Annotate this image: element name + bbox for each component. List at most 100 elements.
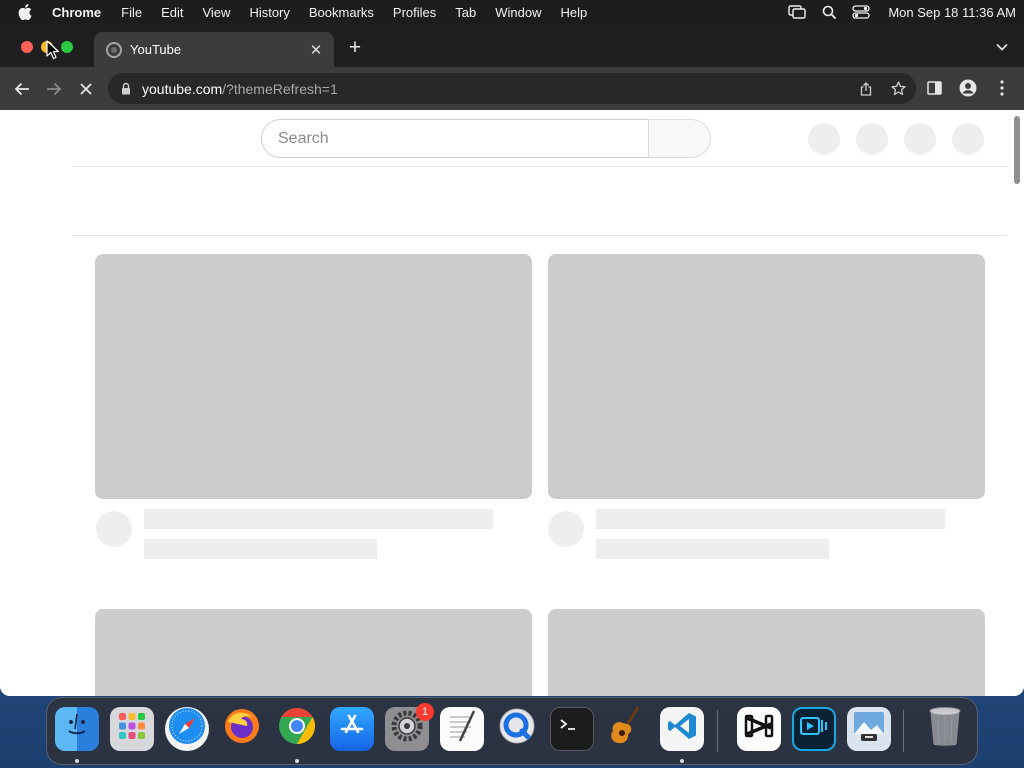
menu-app-name[interactable]: Chrome	[52, 5, 101, 20]
loading-spinner-icon	[106, 41, 122, 58]
dock-app-screen-recorder[interactable]	[792, 707, 836, 751]
window-maximize-button[interactable]	[61, 41, 73, 53]
menu-bookmarks[interactable]: Bookmarks	[309, 5, 374, 20]
menu-file[interactable]: File	[121, 5, 142, 20]
app-store-icon	[338, 712, 366, 746]
search-box[interactable]	[261, 119, 648, 158]
menu-tab[interactable]: Tab	[455, 5, 476, 20]
video-thumbnail-placeholder	[95, 254, 532, 499]
share-icon[interactable]	[858, 81, 874, 97]
header-divider	[72, 166, 1007, 167]
address-url[interactable]: youtube.com/?themeRefresh=1	[142, 81, 338, 97]
screen-recorder-icon	[799, 714, 829, 744]
dock-app-garageband[interactable]	[605, 705, 649, 753]
finder-icon	[62, 711, 92, 747]
bookmark-star-icon[interactable]	[890, 81, 906, 97]
channel-avatar-placeholder	[548, 511, 584, 547]
menu-history[interactable]: History	[249, 5, 289, 20]
page-scrollbar[interactable]	[1014, 116, 1020, 184]
side-panel-icon[interactable]	[924, 78, 944, 98]
chrome-menu-icon[interactable]	[992, 78, 1012, 98]
safari-icon	[167, 706, 207, 752]
lock-icon[interactable]	[120, 82, 132, 96]
stop-loading-button[interactable]	[74, 77, 98, 101]
dock-app-quicktime[interactable]	[495, 707, 539, 751]
header-icon-placeholder	[904, 123, 936, 155]
header-icon-placeholder	[808, 123, 840, 155]
guitar-icon	[609, 705, 645, 753]
chrome-icon	[277, 706, 317, 752]
quicktime-icon	[497, 706, 537, 752]
address-bar[interactable]: youtube.com/?themeRefresh=1	[108, 73, 916, 104]
address-path: /?themeRefresh=1	[222, 80, 338, 97]
tab-title: YouTube	[130, 42, 182, 57]
browser-toolbar: youtube.com/?themeRefresh=1	[0, 67, 1024, 110]
dock-app-chrome[interactable]	[275, 707, 319, 751]
dock-separator	[903, 710, 904, 752]
dock-app-trash[interactable]	[923, 707, 967, 751]
trash-icon	[928, 705, 962, 753]
new-tab-button[interactable]: +	[344, 36, 366, 59]
preview-icon	[851, 708, 887, 750]
video-title-placeholder	[144, 509, 493, 529]
apple-menu-icon[interactable]	[18, 4, 34, 20]
menu-window[interactable]: Window	[495, 5, 541, 20]
menu-profiles[interactable]: Profiles	[393, 5, 436, 20]
notification-badge: 1	[416, 703, 434, 721]
video-thumbnail-placeholder	[95, 609, 532, 696]
firefox-icon	[222, 706, 262, 752]
dock-app-finder[interactable]	[55, 707, 99, 751]
address-host: youtube.com	[142, 80, 223, 97]
header-icon-placeholder	[856, 123, 888, 155]
dock-app-launchpad[interactable]	[110, 707, 154, 751]
vscode-icon	[666, 710, 698, 748]
tab-close-icon[interactable]: ✕	[308, 42, 324, 59]
dock-app-vscode[interactable]	[660, 707, 704, 751]
video-meta-placeholder	[144, 539, 377, 559]
menu-help[interactable]: Help	[561, 5, 588, 20]
profile-avatar-icon[interactable]	[958, 78, 978, 98]
textedit-icon	[445, 708, 479, 750]
channel-avatar-placeholder	[96, 511, 132, 547]
menu-bar: Chrome File Edit View History Bookmarks …	[0, 0, 1024, 24]
youtube-page	[0, 110, 1024, 696]
video-thumbnail-placeholder	[548, 609, 985, 696]
capcut-icon	[744, 713, 774, 745]
dock-app-capcut[interactable]	[737, 707, 781, 751]
dock-app-safari[interactable]	[165, 707, 209, 751]
screen-mirroring-icon[interactable]	[788, 5, 807, 19]
dock-app-system-settings[interactable]: 1	[385, 703, 434, 751]
menu-view[interactable]: View	[202, 5, 230, 20]
terminal-icon	[558, 716, 586, 742]
menu-bar-clock[interactable]: Mon Sep 18 11:36 AM	[888, 5, 1016, 20]
spotlight-search-icon[interactable]	[820, 5, 838, 19]
tab-search-chevron-icon[interactable]	[994, 39, 1010, 55]
dock-running-indicator	[295, 759, 299, 763]
dock-app-textedit[interactable]	[440, 707, 484, 751]
dock-app-firefox[interactable]	[220, 707, 264, 751]
header-avatar-placeholder	[952, 123, 984, 155]
dock-app-preview[interactable]	[847, 707, 891, 751]
back-button[interactable]	[10, 77, 34, 101]
dock-separator	[717, 710, 718, 752]
search-button[interactable]	[648, 119, 711, 158]
forward-button[interactable]	[42, 77, 66, 101]
tab-youtube[interactable]: YouTube ✕	[94, 32, 334, 67]
launchpad-icon	[116, 710, 148, 748]
dock-app-terminal[interactable]	[550, 707, 594, 751]
mouse-cursor-icon	[46, 40, 60, 60]
search-input[interactable]	[278, 129, 648, 148]
menu-edit[interactable]: Edit	[161, 5, 183, 20]
dock-running-indicator	[680, 759, 684, 763]
video-thumbnail-placeholder	[548, 254, 985, 499]
dock-app-app-store[interactable]	[330, 707, 374, 751]
browser-window: YouTube ✕ + youtube.com/?themeRefresh=1	[0, 24, 1024, 696]
dock: 1	[46, 697, 978, 765]
control-center-icon[interactable]	[852, 5, 870, 19]
dock-running-indicator	[75, 759, 79, 763]
video-title-placeholder	[596, 509, 945, 529]
video-meta-placeholder	[596, 539, 829, 559]
chips-divider	[72, 235, 1007, 236]
tab-strip: YouTube ✕ +	[0, 24, 1024, 67]
window-close-button[interactable]	[21, 41, 33, 53]
